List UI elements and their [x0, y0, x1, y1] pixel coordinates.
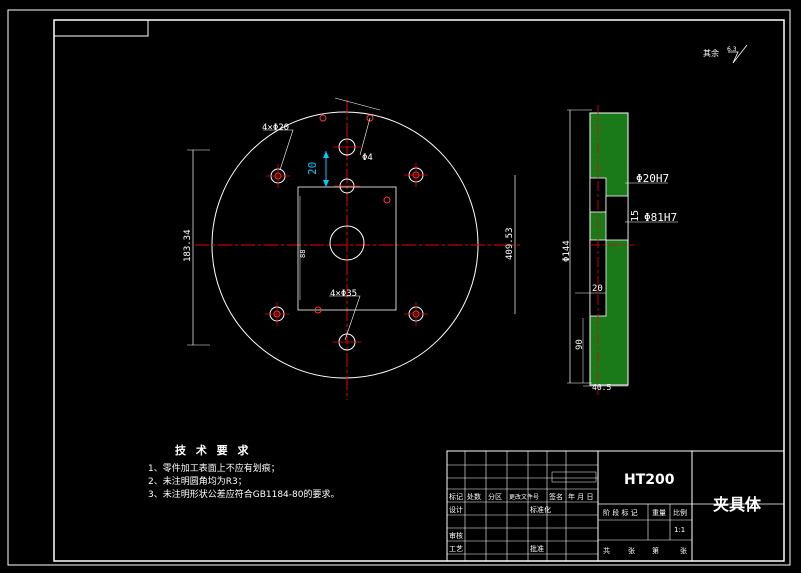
cad-drawing: 其余 6.3 4×Φ20 Φ4 4×Φ35 20 183.34 409.53 8… [7, 9, 791, 566]
tech-requirements-title: 技 术 要 求 [175, 443, 252, 457]
label-dim-d144: Φ144 [562, 240, 572, 262]
side-section-view: Φ20H7 Φ81H7 15 Φ144 20 90 40.5 [562, 105, 678, 395]
label-side-dim-20: 20 [592, 284, 603, 294]
label-dim-183: 183.34 [183, 229, 193, 262]
label-dim-bottom: 40.5 [592, 383, 611, 392]
label-dim-15: 15 [630, 210, 641, 222]
sheet-info: 第 [652, 546, 659, 555]
label-hole-4x-d20: 4×Φ20 [262, 123, 289, 133]
tech-requirement-item: 3、未注明形状公差应符合GB1184-80的要求。 [148, 488, 339, 500]
scale-value: 1:1 [674, 526, 685, 534]
title-row-label: 更改文件号 [509, 493, 539, 501]
title-row-label: 标记 [449, 492, 463, 501]
sheet-info: 张 [628, 546, 635, 555]
label-bore-d81: Φ81H7 [644, 211, 677, 224]
title-design: 设计 [449, 505, 463, 514]
title-block: HT200 夹具体 标记 处数 分区 更改文件号 签名 年 月 日 设计 标准化… [446, 450, 785, 562]
title-row-label: 签名 [549, 492, 563, 501]
tech-requirement-item: 1、零件加工表面上不应有划痕； [148, 462, 280, 474]
part-name: 夹具体 [713, 495, 762, 514]
label-hole-4x-d35: 4×Φ35 [330, 289, 357, 299]
label-hole-d4: Φ4 [362, 153, 373, 163]
title-standardized: 标准化 [530, 505, 551, 514]
title-approve: 批准 [530, 544, 544, 553]
surface-note: 其余 6.3 [703, 44, 748, 64]
sheet-info: 共 [603, 546, 610, 555]
plate-front-view: 4×Φ20 Φ4 4×Φ35 20 183.34 409.53 88 [183, 97, 520, 400]
tech-requirements: 技 术 要 求 1、零件加工表面上不应有划痕； 2、未注明圆角均为R3； 3、未… [148, 443, 339, 500]
title-row-label: 分区 [488, 492, 502, 501]
code-box [53, 19, 149, 37]
label-dim-409: 409.53 [505, 227, 515, 260]
tech-requirement-item: 2、未注明圆角均为R3； [148, 475, 247, 487]
title-row-label: 年 月 日 [568, 492, 593, 501]
title-check: 审核 [449, 531, 463, 540]
sheet-info: 张 [680, 546, 687, 555]
label-dim-90: 90 [575, 339, 585, 350]
label-bore-d20: Φ20H7 [636, 172, 669, 185]
label-dim-88: 88 [299, 250, 307, 258]
material-label: HT200 [624, 472, 675, 488]
label-spacing-20: 20 [306, 162, 319, 175]
title-row-label: 处数 [467, 492, 481, 501]
surface-note-label: 其余 [703, 48, 719, 58]
title-process: 工艺 [449, 545, 463, 553]
stage-label: 比例 [673, 508, 687, 517]
stage-label: 重量 [652, 509, 666, 517]
stage-label: 阶 段 标 记 [603, 508, 638, 517]
